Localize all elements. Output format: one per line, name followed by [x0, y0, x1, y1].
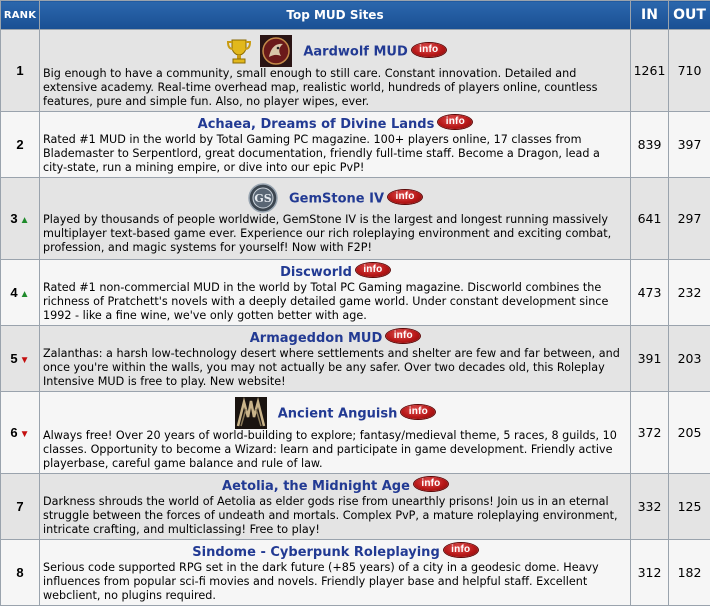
rank-number: 3 — [10, 211, 18, 226]
rank-number: 4 — [10, 285, 18, 300]
out-votes: 205 — [668, 391, 710, 474]
rank-cell: 3 ▲ — [0, 177, 40, 260]
site-description: Zalanthas: a harsh low-technology desert… — [43, 347, 620, 388]
table-row: 2 Achaea, Dreams of Divine Lands info Rat… — [0, 111, 710, 178]
in-votes: 372 — [630, 391, 669, 474]
rank-column-header: RANK — [0, 0, 40, 30]
rank-cell: 4 ▲ — [0, 259, 40, 326]
out-votes: 710 — [668, 29, 710, 112]
out-votes: 397 — [668, 111, 710, 178]
table-header: RANK Top MUD Sites IN OUT — [0, 0, 710, 30]
rank-up-icon: ▲ — [19, 215, 30, 226]
out-votes: 232 — [668, 259, 710, 326]
site-cell: Ancient Anguish info Always free! Over 20… — [39, 391, 631, 474]
info-button[interactable]: info — [386, 329, 421, 343]
site-link-gemstone[interactable]: GemStone IV — [289, 192, 384, 207]
site-cell: Armageddon MUD info Zalanthas: a harsh lo… — [39, 325, 631, 392]
sites-column-header: Top MUD Sites — [39, 0, 631, 30]
rank-cell: 2 — [0, 111, 40, 178]
info-button[interactable]: info — [411, 42, 446, 57]
site-cell: Aetolia, the Midnight Age info Darkness s… — [39, 473, 631, 540]
in-votes: 391 — [630, 325, 669, 392]
in-votes: 332 — [630, 473, 669, 540]
table-row: 7 Aetolia, the Midnight Age info Darkness… — [0, 473, 710, 540]
out-votes: 297 — [668, 177, 710, 260]
site-description: Darkness shrouds the world of Aetolia as… — [43, 495, 618, 536]
rank-number: 2 — [16, 137, 24, 152]
site-cell: GS GemStone IV info Played by thousands o… — [39, 177, 631, 260]
out-votes: 125 — [668, 473, 710, 540]
rank-down-icon: ▼ — [19, 355, 30, 366]
site-cell: Sindome - Cyberpunk Roleplaying info Seri… — [39, 539, 631, 606]
site-link-sindome[interactable]: Sindome - Cyberpunk Roleplaying — [192, 545, 440, 560]
svg-text:GS: GS — [254, 192, 271, 205]
rank-number: 5 — [10, 351, 18, 366]
trophy-icon — [227, 39, 252, 64]
info-button[interactable]: info — [413, 477, 448, 491]
site-description: Rated #1 MUD in the world by Total Gamin… — [43, 133, 600, 174]
site-link-discworld[interactable]: Discworld — [280, 265, 352, 280]
table-row: 6 ▼ Ancient Anguish info Always free! Over… — [0, 391, 710, 474]
rank-cell: 8 — [0, 539, 40, 606]
site-description: Big enough to have a community, small en… — [43, 67, 598, 108]
site-link-achaea[interactable]: Achaea, Dreams of Divine Lands — [198, 117, 435, 132]
site-description: Serious code supported RPG set in the da… — [43, 561, 599, 602]
info-button[interactable]: info — [388, 189, 423, 204]
site-description: Always free! Over 20 years of world-buil… — [43, 429, 617, 470]
site-cell: Aardwolf MUD info Big enough to have a co… — [39, 29, 631, 112]
table-row: 8 Sindome - Cyberpunk Roleplaying info Se… — [0, 539, 710, 606]
in-column-header: IN — [630, 0, 669, 30]
in-votes: 312 — [630, 539, 669, 606]
site-link-aardwolf[interactable]: Aardwolf MUD — [303, 45, 407, 60]
rank-up-icon: ▲ — [19, 289, 30, 300]
rank-number: 1 — [16, 63, 24, 78]
out-votes: 182 — [668, 539, 710, 606]
ancient-anguish-logo-icon[interactable] — [234, 397, 267, 429]
info-button[interactable]: info — [443, 543, 478, 557]
in-votes: 473 — [630, 259, 669, 326]
rank-number: 6 — [10, 425, 18, 440]
rank-cell: 7 — [0, 473, 40, 540]
in-votes: 641 — [630, 177, 669, 260]
info-button[interactable]: info — [438, 115, 473, 129]
rank-down-icon: ▼ — [19, 429, 30, 440]
out-column-header: OUT — [668, 0, 710, 30]
table-row: 5 ▼ Armageddon MUD info Zalanthas: a harsh… — [0, 325, 710, 392]
site-cell: Discworld info Rated #1 non-commercial MU… — [39, 259, 631, 326]
table-row: 3 ▲ GS GemStone IV info Played by thousand… — [0, 177, 710, 260]
info-button[interactable]: info — [401, 404, 436, 419]
out-votes: 203 — [668, 325, 710, 392]
site-link-armageddon[interactable]: Armageddon MUD — [250, 331, 383, 346]
site-link-aetolia[interactable]: Aetolia, the Midnight Age — [222, 479, 410, 494]
rank-number: 8 — [16, 565, 24, 580]
aardwolf-logo-icon[interactable] — [260, 35, 293, 67]
site-cell: Achaea, Dreams of Divine Lands info Rated… — [39, 111, 631, 178]
rank-cell: 5 ▼ — [0, 325, 40, 392]
table-row: 4 ▲ Discworld info Rated #1 non-commercial… — [0, 259, 710, 326]
info-button[interactable]: info — [355, 263, 390, 277]
table-row: 1 Aardwolf MUD info Big enough to have a… — [0, 29, 710, 112]
site-description: Played by thousands of people worldwide,… — [43, 213, 612, 254]
top-mud-sites-table: RANK Top MUD Sites IN OUT 1 Aardwolf MUD… — [0, 0, 710, 606]
in-votes: 839 — [630, 111, 669, 178]
site-link-ancient-anguish[interactable]: Ancient Anguish — [278, 407, 398, 422]
in-votes: 1261 — [630, 29, 669, 112]
rank-cell: 6 ▼ — [0, 391, 40, 474]
rank-cell: 1 — [0, 29, 40, 112]
rank-number: 7 — [16, 499, 24, 514]
gemstone-logo-icon[interactable]: GS — [248, 183, 278, 213]
site-description: Rated #1 non-commercial MUD in the world… — [43, 281, 609, 322]
